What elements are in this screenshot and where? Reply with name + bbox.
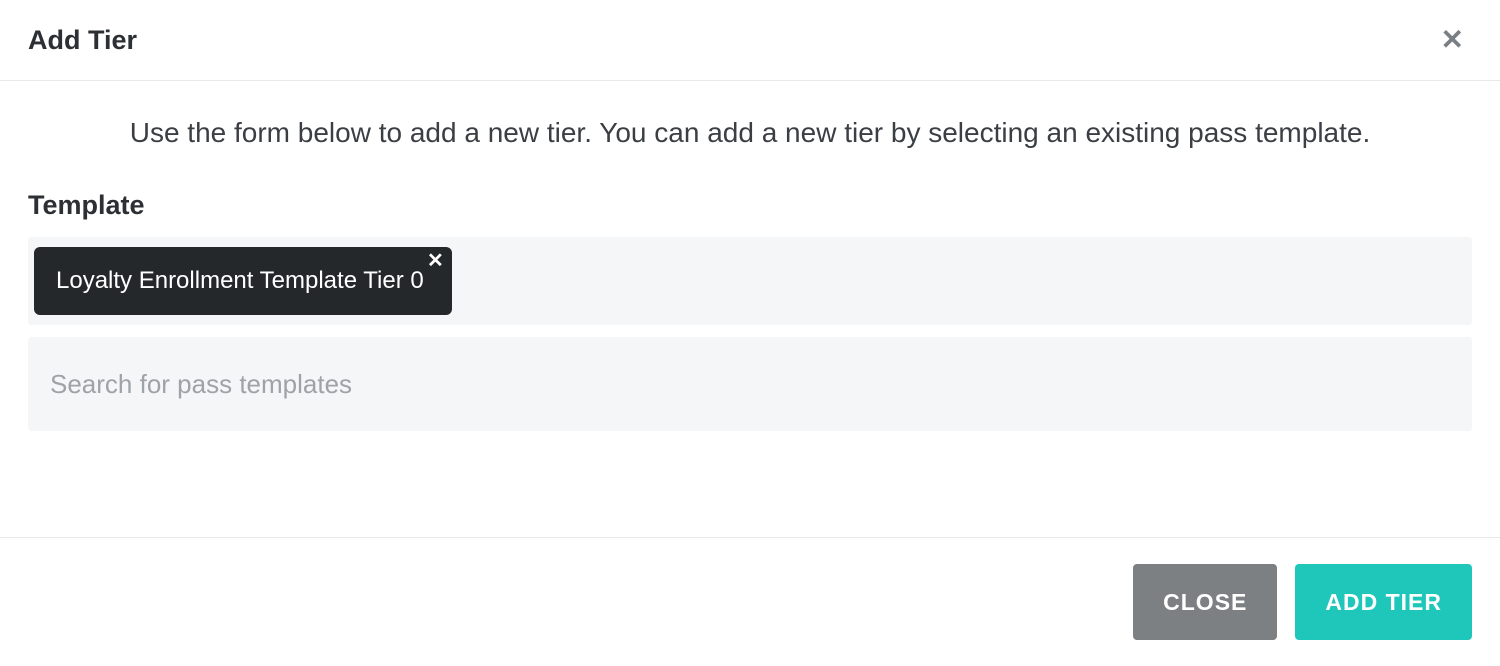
template-search-input[interactable] bbox=[48, 368, 1452, 401]
template-search-row[interactable] bbox=[28, 337, 1472, 431]
modal-body: Use the form below to add a new tier. Yo… bbox=[0, 81, 1500, 537]
modal-footer: Close Add Tier bbox=[0, 537, 1500, 666]
template-section-label: Template bbox=[28, 190, 1472, 221]
selected-template-chip[interactable]: Loyalty Enrollment Template Tier 0 ✕ bbox=[34, 247, 452, 315]
selected-templates-row: Loyalty Enrollment Template Tier 0 ✕ bbox=[28, 237, 1472, 325]
add-tier-button[interactable]: Add Tier bbox=[1295, 564, 1472, 640]
chip-label: Loyalty Enrollment Template Tier 0 bbox=[56, 269, 424, 293]
close-icon[interactable]: ✕ bbox=[1433, 22, 1472, 58]
modal-description: Use the form below to add a new tier. Yo… bbox=[60, 115, 1440, 150]
chip-remove-icon[interactable]: ✕ bbox=[427, 251, 444, 271]
add-tier-modal: Add Tier ✕ Use the form below to add a n… bbox=[0, 0, 1500, 666]
close-button[interactable]: Close bbox=[1133, 564, 1277, 640]
modal-header: Add Tier ✕ bbox=[0, 0, 1500, 81]
modal-title: Add Tier bbox=[28, 25, 137, 56]
